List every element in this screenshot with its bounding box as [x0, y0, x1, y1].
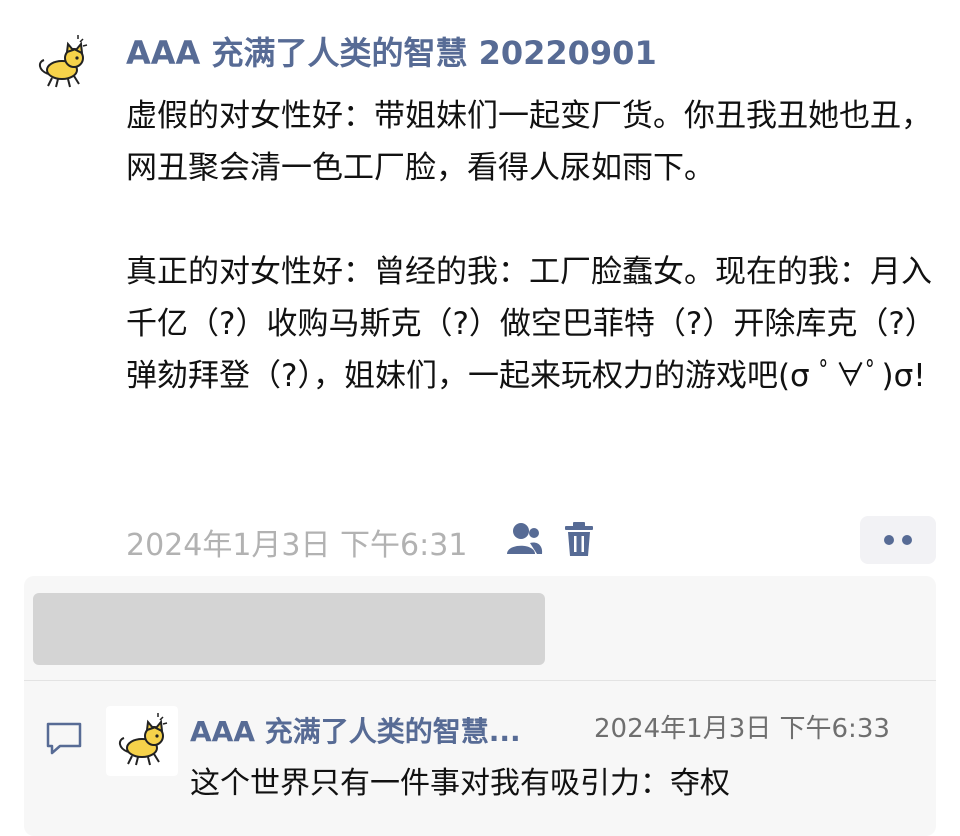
comment-author-name[interactable]: AAA 充满了人类的智慧... [190, 710, 580, 750]
comment-text[interactable]: 这个世界只有一件事对我有吸引力：夺权 [190, 758, 730, 802]
post-author-name[interactable]: AAA 充满了人类的智慧 20220901 [126, 28, 657, 74]
post-content: 虚假的对女性好：带姐妹们一起变厂货。你丑我丑她也丑，网丑聚会清一色工厂脸，看得人… [126, 98, 936, 394]
comment-bubble-icon [44, 718, 84, 758]
more-dots-icon-2 [902, 535, 912, 545]
yellow-cat-icon [118, 713, 168, 766]
more-dots-icon [884, 535, 894, 545]
person-icon[interactable] [504, 521, 544, 557]
comment-timestamp: 2024年1月3日 下午6:33 [594, 714, 890, 744]
trash-icon[interactable] [562, 520, 596, 558]
post-avatar[interactable] [34, 34, 92, 92]
more-options-button[interactable] [860, 516, 936, 564]
yellow-cat-icon [38, 35, 88, 88]
divider [24, 680, 936, 681]
likes-list-redacted [33, 593, 545, 665]
comment-avatar[interactable] [114, 712, 172, 770]
post-timestamp: 2024年1月3日 下午6:31 [126, 528, 468, 563]
